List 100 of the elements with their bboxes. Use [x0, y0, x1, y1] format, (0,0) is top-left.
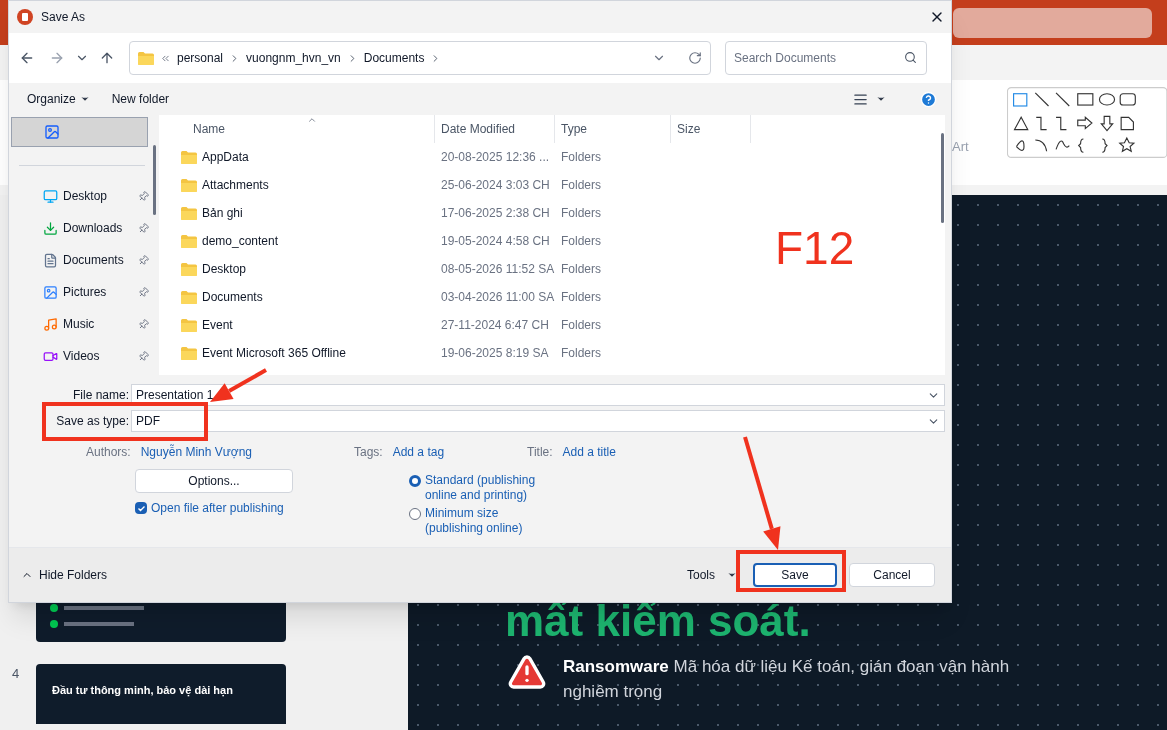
folder-icon	[181, 206, 197, 220]
file-date: 20-08-2025 12:36 ...	[440, 149, 551, 166]
property-label: Authors:	[86, 444, 131, 461]
desktop-icon	[43, 188, 58, 204]
caret-icon	[727, 570, 737, 580]
search-field[interactable]: Search Documents	[725, 41, 927, 75]
file-type-dropdown[interactable]: PDF	[131, 410, 945, 432]
folder-icon	[181, 234, 197, 248]
slide-heading: mất kiểm soát.	[505, 598, 812, 644]
property-value[interactable]: Nguyễn Minh Vượng	[140, 443, 252, 461]
file-name: Event	[202, 317, 233, 334]
property-label: Tags:	[354, 444, 383, 461]
sidebar-item[interactable]: Desktop	[11, 180, 159, 212]
slide-number: 4	[11, 665, 21, 683]
column-header[interactable]: Type	[555, 115, 671, 143]
file-date: 19-05-2024 4:58 CH	[440, 233, 551, 250]
property-label: Title:	[527, 444, 553, 461]
folder-icon	[138, 51, 154, 65]
breadcrumb-item[interactable]: Documents	[363, 49, 425, 67]
file-row[interactable]: Attachments 25-06-2024 3:03 CH Folders	[159, 171, 679, 199]
folder-icon	[181, 346, 197, 360]
image-icon	[43, 284, 58, 300]
column-header[interactable]: Size	[671, 115, 751, 143]
window-title: Save As	[41, 9, 86, 26]
app-icon	[17, 9, 33, 25]
sidebar-item[interactable]: Pictures	[11, 276, 159, 308]
file-date: 25-06-2024 3:03 CH	[440, 177, 551, 194]
folder-icon	[181, 318, 197, 332]
file-date: 17-06-2025 2:38 CH	[440, 205, 551, 222]
hide-folders-button[interactable]: Hide Folders	[21, 566, 108, 584]
file-name-field[interactable]: Presentation 1	[131, 384, 945, 406]
file-type: Folders	[560, 289, 602, 306]
sidebar-item[interactable]: Downloads	[11, 212, 159, 244]
tools-menu[interactable]: Tools	[687, 566, 737, 584]
folder-icon	[181, 262, 197, 276]
radio-button[interactable]	[409, 475, 421, 487]
view-icon[interactable]	[853, 91, 868, 107]
property-value[interactable]: Add a title	[562, 443, 616, 461]
breadcrumb-item[interactable]: personal	[177, 49, 224, 67]
folder-icon	[181, 150, 197, 164]
file-date: 08-05-2026 11:52 SA	[440, 261, 555, 278]
file-name: Attachments	[202, 177, 269, 194]
file-name: Bản ghi	[202, 205, 243, 222]
scrollbar[interactable]	[941, 133, 944, 223]
refresh-icon[interactable]	[688, 51, 702, 65]
search-icon[interactable]	[904, 51, 917, 64]
property-value[interactable]: Add a tag	[392, 443, 445, 461]
organize-menu[interactable]: Organize	[27, 90, 90, 108]
slide-thumbnail[interactable]: Đầu tư thông minh, bảo vệ dài hạn	[36, 664, 286, 724]
file-row[interactable]: AppData 20-08-2025 12:36 ... Folders	[159, 143, 679, 171]
file-name: Documents	[202, 289, 263, 306]
sidebar-item[interactable]: Documents	[11, 244, 159, 276]
gallery-icon	[44, 124, 60, 140]
save-button[interactable]: Save	[753, 563, 837, 587]
column-header[interactable]: Date Modified	[435, 115, 555, 143]
file-row[interactable]: Desktop 08-05-2026 11:52 SA Folders	[159, 255, 679, 283]
shapes-gallery-drawing[interactable]	[1006, 85, 1167, 160]
column-header[interactable]: Name	[159, 115, 435, 143]
scrollbar[interactable]	[153, 145, 156, 215]
file-name: demo_content	[202, 233, 279, 250]
file-type: Folders	[560, 317, 602, 334]
sidebar-item[interactable]: Videos	[11, 340, 159, 372]
caret-icon[interactable]	[876, 94, 886, 104]
file-name: AppData	[202, 149, 249, 166]
checkbox-label: Open file after publishing	[151, 500, 284, 517]
file-date: 03-04-2026 11:00 SA	[440, 289, 555, 306]
risk-text: Ransomware Mã hóa dữ liệu Kế toán, gián đoạn vận hành nghiêm trọng	[563, 656, 1011, 703]
radio-button[interactable]	[409, 508, 421, 520]
sidebar-item[interactable]: Music	[11, 308, 159, 340]
file-row[interactable]: Event 27-11-2024 6:47 CH Folders	[159, 311, 679, 339]
music-icon	[43, 316, 58, 332]
breadcrumb-item[interactable]: vuongnm_hvn_vn	[246, 49, 341, 67]
radio-label: Minimum size (publishing online)	[425, 506, 524, 536]
file-row[interactable]: Bản ghi 17-06-2025 2:38 CH Folders	[159, 199, 679, 227]
file-type: Folders	[560, 345, 602, 362]
file-type: Folders	[560, 149, 602, 166]
document-icon	[43, 252, 58, 268]
caret-icon	[79, 94, 90, 104]
file-row[interactable]: demo_content 19-05-2024 4:58 CH Folders	[159, 227, 679, 255]
sort-icon	[307, 115, 317, 125]
radio-label: Standard (publishing online and printing)	[425, 473, 537, 503]
help-icon[interactable]	[920, 90, 937, 108]
file-type: Folders	[560, 261, 602, 278]
address-bar[interactable]: personal vuongnm_hvn_vn Documents	[129, 41, 711, 75]
file-type: Folders	[560, 205, 602, 222]
up-icon[interactable]	[99, 50, 115, 66]
file-row[interactable]: Documents 03-04-2026 11:00 SA Folders	[159, 283, 679, 311]
file-row[interactable]: Event Microsoft 365 Offline 19-06-2025 8:19 SA Folders	[159, 339, 679, 367]
annotation-label: F12	[775, 222, 855, 274]
search-field[interactable]	[953, 7, 1152, 38]
field-label: File name:	[71, 387, 129, 404]
options-button[interactable]: Options...	[135, 469, 293, 493]
back-icon[interactable]	[19, 50, 35, 66]
file-date: 19-06-2025 8:19 SA	[440, 345, 550, 362]
cancel-button[interactable]: Cancel	[849, 563, 935, 587]
checkbox[interactable]	[135, 502, 147, 514]
folder-icon	[181, 290, 197, 304]
file-type: Folders	[560, 177, 602, 194]
file-type: Folders	[560, 233, 602, 250]
new-folder-button[interactable]: New folder	[111, 90, 170, 108]
